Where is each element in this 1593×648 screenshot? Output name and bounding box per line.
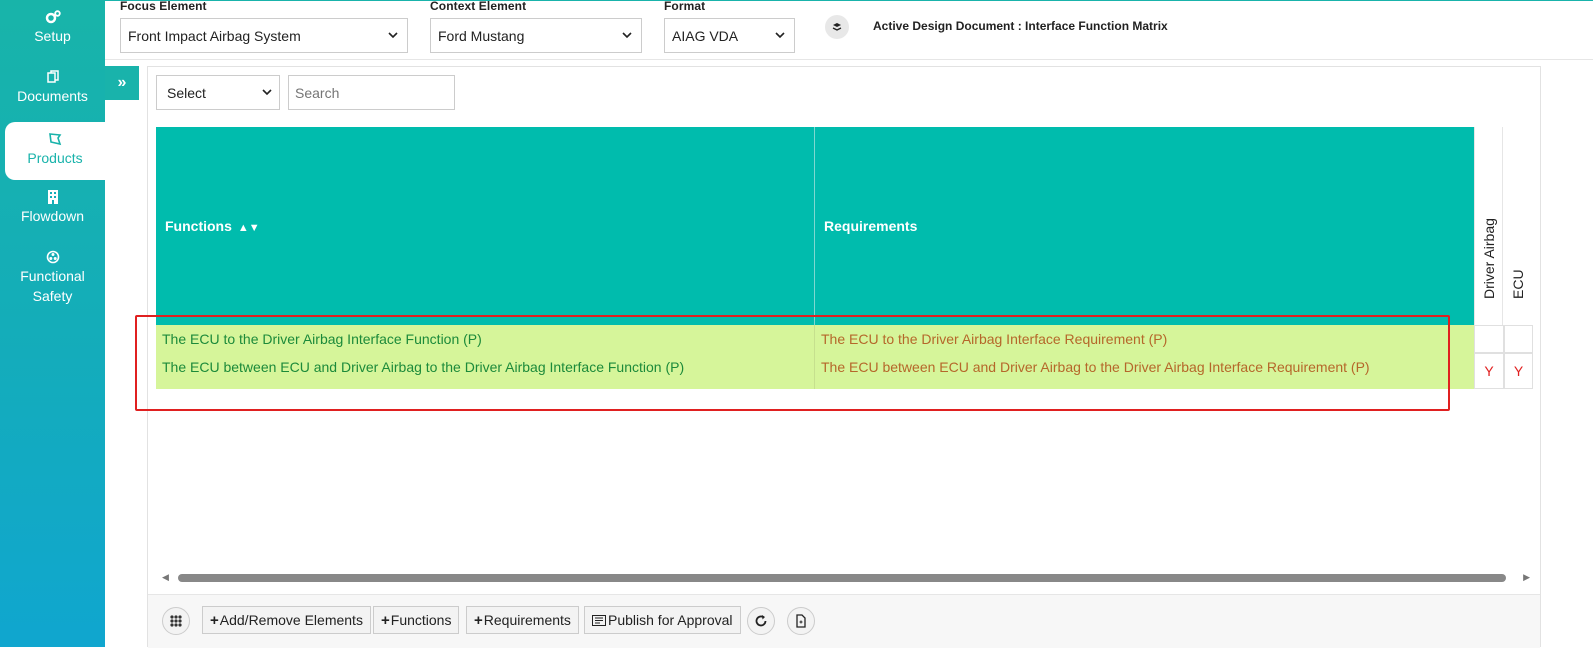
format-value: AIAG VDA xyxy=(672,28,739,44)
format-select[interactable]: AIAG VDA xyxy=(664,18,795,53)
sidebar-item-label: Setup xyxy=(34,28,71,44)
button-label: Requirements xyxy=(483,612,571,628)
copy-icon xyxy=(0,66,105,86)
focus-element-value: Front Impact Airbag System xyxy=(128,28,301,44)
matrix-cell[interactable] xyxy=(1474,325,1504,353)
context-element-value: Ford Mustang xyxy=(438,28,525,44)
highlight-box xyxy=(135,315,1450,411)
publish-for-approval-button[interactable]: Publish for Approval xyxy=(584,606,741,634)
filter-select-value: Select xyxy=(167,85,206,101)
plus-icon: + xyxy=(210,612,219,629)
plus-icon: + xyxy=(381,612,390,629)
focus-element-label: Focus Element xyxy=(120,0,207,13)
active-document-title: Active Design Document : Interface Funct… xyxy=(873,19,1168,33)
chevron-down-icon xyxy=(775,32,785,39)
button-label: Functions xyxy=(390,612,452,628)
focus-element-select[interactable]: Front Impact Airbag System xyxy=(120,18,408,53)
layers-button[interactable] xyxy=(825,15,849,39)
publish-icon xyxy=(592,615,606,626)
grid-icon xyxy=(170,615,182,627)
plus-icon: + xyxy=(474,612,483,629)
matrix-column-header: Driver Airbag xyxy=(1474,127,1502,325)
context-element-select[interactable]: Ford Mustang xyxy=(430,18,642,53)
refresh-button[interactable] xyxy=(747,607,775,635)
matrix-cell[interactable] xyxy=(1504,325,1533,353)
requirements-column-header: Requirements xyxy=(815,127,1474,325)
biohazard-icon xyxy=(0,246,105,266)
add-functions-button[interactable]: +Functions xyxy=(373,606,460,634)
horizontal-scrollbar[interactable]: ◀ ▶ xyxy=(162,572,1530,584)
sidebar-item-setup[interactable]: Setup xyxy=(0,6,105,46)
functions-column-header[interactable]: Functions ▲▼ xyxy=(156,127,815,325)
requirements-header-label: Requirements xyxy=(824,218,918,234)
file-icon xyxy=(796,614,806,628)
add-requirements-button[interactable]: +Requirements xyxy=(466,606,579,634)
sidebar-item-label: Products xyxy=(27,150,83,166)
sidebar-item-functional-safety[interactable]: Functional Safety xyxy=(0,246,105,306)
sidebar-item-label: Documents xyxy=(17,88,88,104)
sidebar-item-label: Functional Safety xyxy=(20,268,85,304)
add-remove-elements-button[interactable]: +Add/Remove Elements xyxy=(202,606,371,634)
functions-header-label: Functions xyxy=(165,218,232,234)
matrix-column-label: ECU xyxy=(1509,269,1526,299)
matrix-column-header: ECU xyxy=(1502,127,1532,325)
scroll-right-icon[interactable]: ▶ xyxy=(1523,572,1530,583)
button-label: Publish for Approval xyxy=(608,612,733,628)
sort-icon[interactable]: ▲▼ xyxy=(238,222,260,234)
chevron-down-icon xyxy=(622,32,632,39)
gears-icon xyxy=(0,6,105,26)
context-element-label: Context Element xyxy=(430,0,527,13)
expand-sidebar-button[interactable]: » xyxy=(105,66,139,100)
sidebar-item-label: Flowdown xyxy=(20,208,85,224)
sidebar-item-documents[interactable]: Documents xyxy=(0,66,105,106)
double-chevron-right-icon: » xyxy=(117,74,127,91)
search-input[interactable] xyxy=(288,75,455,110)
filter-select[interactable]: Select xyxy=(156,75,280,110)
bottom-toolbar: +Add/Remove Elements +Functions +Require… xyxy=(148,594,1540,648)
sidebar: Setup Documents Products Flowdown Functi… xyxy=(0,0,105,647)
format-label: Format xyxy=(664,0,706,13)
export-button[interactable] xyxy=(787,607,815,635)
chevron-down-icon xyxy=(262,89,272,96)
refresh-icon xyxy=(755,615,767,627)
sidebar-item-products[interactable]: Products xyxy=(5,122,105,180)
sidebar-item-flowdown[interactable]: Flowdown xyxy=(0,186,105,226)
scrollbar-thumb[interactable] xyxy=(178,574,1506,582)
matrix-column-label: Driver Airbag xyxy=(1480,218,1497,299)
grid-menu-button[interactable] xyxy=(162,607,190,635)
matrix-cell[interactable]: Y xyxy=(1504,353,1533,389)
building-icon xyxy=(0,186,105,206)
matrix-cell[interactable]: Y xyxy=(1474,353,1504,389)
product-icon xyxy=(5,128,105,148)
button-label: Add/Remove Elements xyxy=(219,612,363,628)
layers-icon xyxy=(832,23,842,31)
header-bar: Focus Element Front Impact Airbag System… xyxy=(105,0,1593,60)
chevron-down-icon xyxy=(388,32,398,39)
scroll-left-icon[interactable]: ◀ xyxy=(162,572,169,583)
